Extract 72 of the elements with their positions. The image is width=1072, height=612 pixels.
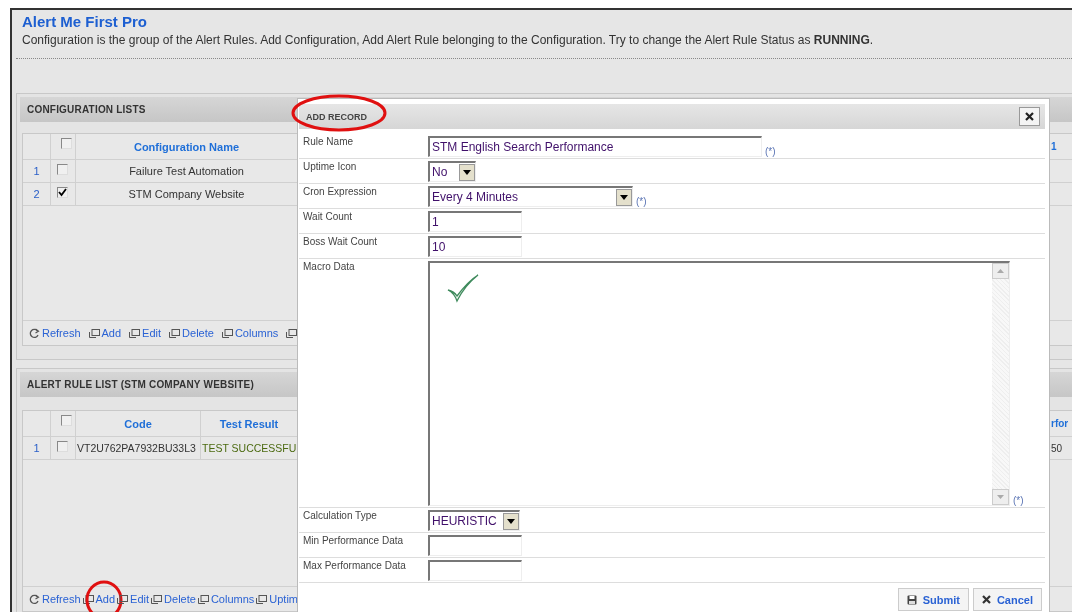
checkbox[interactable] <box>57 187 68 198</box>
toolbar-link[interactable]: Edit <box>129 327 162 339</box>
checkbox[interactable] <box>60 138 72 149</box>
window-icon[interactable] <box>286 328 298 338</box>
window-icon <box>169 328 181 338</box>
toolbar-link[interactable]: Refresh <box>29 593 81 605</box>
field-label: Cron Expression <box>303 185 378 199</box>
window-icon <box>117 594 129 604</box>
dropdown-field[interactable]: No <box>428 161 476 182</box>
textarea-field[interactable] <box>428 261 1010 506</box>
field-label: Min Performance Data <box>303 534 405 548</box>
row-number: 1 <box>23 437 51 460</box>
arrow-down-icon <box>997 495 1004 499</box>
dropdown-field[interactable]: Every 4 Minutes <box>428 186 633 207</box>
required-mark: (*) <box>1013 495 1024 506</box>
close-icon <box>981 595 991 604</box>
window-icon <box>197 594 209 604</box>
caret-icon <box>463 169 471 175</box>
save-icon <box>906 594 917 605</box>
toolbar-link[interactable]: Columns <box>197 593 255 605</box>
caret-icon <box>620 194 628 200</box>
cancel-button[interactable]: Cancel <box>972 588 1042 611</box>
toolbar-link[interactable]: Delete <box>169 327 214 339</box>
toolbar-link[interactable]: Columns <box>221 327 279 339</box>
refresh-icon <box>29 327 40 339</box>
text-field[interactable] <box>428 560 522 581</box>
window-icon <box>151 594 163 604</box>
text-field[interactable] <box>428 535 522 556</box>
column-header[interactable]: Code <box>76 411 201 437</box>
dropdown-field[interactable]: HEURISTIC <box>428 510 520 531</box>
refresh-icon <box>29 593 40 605</box>
submit-button[interactable]: Submit <box>897 588 969 611</box>
toolbar-link[interactable]: Add <box>82 593 116 605</box>
window-icon <box>129 328 141 338</box>
field-label: Rule Name <box>303 135 355 149</box>
required-mark: (*) <box>765 146 776 157</box>
text-field[interactable]: 10 <box>428 236 522 257</box>
close-icon <box>1025 112 1034 121</box>
checkbox[interactable] <box>60 415 72 426</box>
dialog-title: ADD RECORD <box>306 111 367 122</box>
close-button[interactable] <box>1019 107 1040 126</box>
toolbar-link[interactable]: Refresh <box>29 327 81 339</box>
window-icon <box>82 594 94 604</box>
app-description: Configuration is the group of the Alert Rules. Add Configuration, Add Alert Rule belonging to the Configuration. Try to change the Alert Rule Status as RUNNING. <box>22 33 875 48</box>
window-icon <box>221 328 233 338</box>
checkbox[interactable] <box>57 441 68 452</box>
field-label: Max Performance Data <box>303 559 407 573</box>
row-number: 2 <box>23 183 51 206</box>
arrow-up-icon <box>997 269 1004 273</box>
app-title: Alert Me First Pro <box>22 13 149 31</box>
window-icon <box>256 594 268 604</box>
checkmark-icon <box>446 273 480 303</box>
scroll-down-button[interactable] <box>992 489 1009 505</box>
table-cell: VT2U762PA7932BU33L3 <box>76 437 201 460</box>
caret-icon <box>507 518 515 524</box>
scrollbar[interactable] <box>992 263 1009 505</box>
window-icon <box>88 328 100 338</box>
toolbar-link[interactable]: Add <box>88 327 122 339</box>
text-field[interactable]: 1 <box>428 211 522 232</box>
toolbar-link[interactable]: Edit <box>117 593 150 605</box>
required-mark: (*) <box>636 196 647 207</box>
checkbox[interactable] <box>57 164 68 175</box>
row-number: 1 <box>23 160 51 183</box>
text-field[interactable]: STM English Search Performance <box>428 136 762 157</box>
field-label: Macro Data <box>303 260 356 274</box>
field-label: Uptime Icon <box>303 160 358 174</box>
toolbar-link[interactable]: Delete <box>151 593 196 605</box>
field-label: Boss Wait Count <box>303 235 379 249</box>
field-label: Wait Count <box>303 210 354 224</box>
scroll-up-button[interactable] <box>992 263 1009 279</box>
field-label: Calculation Type <box>303 509 378 523</box>
toolbar-link[interactable]: Uptim <box>256 593 298 605</box>
